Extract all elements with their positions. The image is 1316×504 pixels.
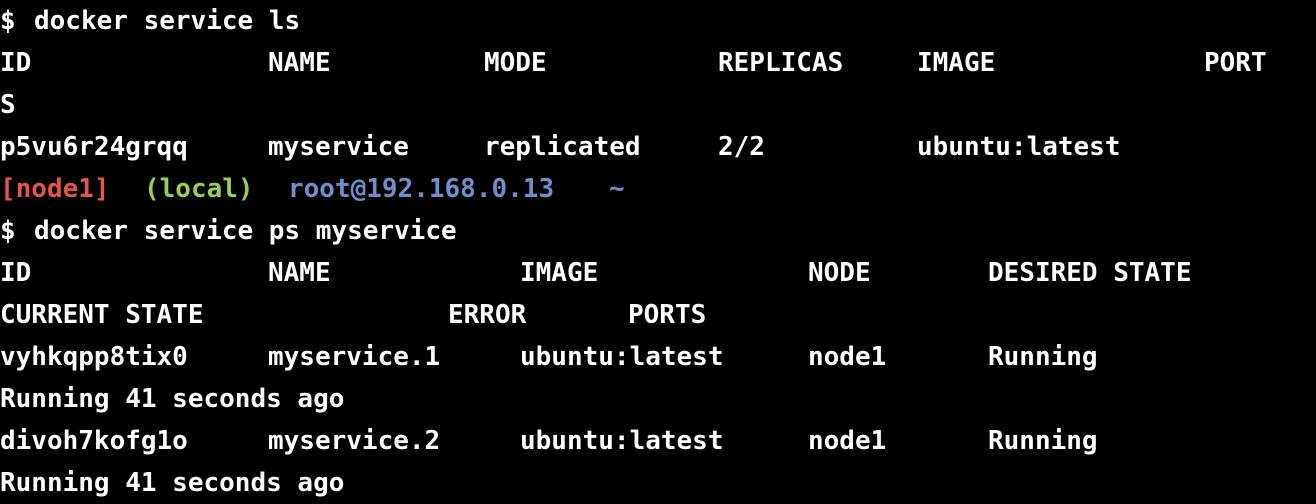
header-id: ID xyxy=(0,48,32,78)
service-ls-header: ID NAME MODE REPLICAS IMAGE PORT xyxy=(0,42,1316,84)
task-name: myservice.1 xyxy=(268,342,441,372)
task-desired-state: Running xyxy=(988,342,1098,372)
header-name: NAME xyxy=(268,48,331,78)
service-ps-header: ID NAME IMAGE NODE DESIRED STATE xyxy=(0,252,1316,294)
header-mode: MODE xyxy=(484,48,547,78)
shell-prompt: [node1] (local) root@192.168.0.13 ~ xyxy=(0,168,1316,210)
prompt-node: [node1] xyxy=(0,174,110,204)
command-text: docker service ps myservice xyxy=(34,216,457,246)
table-row: p5vu6r24grqq myservice replicated 2/2 ub… xyxy=(0,126,1316,168)
service-ls-header-wrap: S xyxy=(0,84,1316,126)
table-row: vyhkqpp8tix0 myservice.1 ubuntu:latest n… xyxy=(0,336,1316,378)
task-node: node1 xyxy=(808,342,887,372)
header-ports-wrap: S xyxy=(0,90,16,120)
header-replicas: REPLICAS xyxy=(718,48,844,78)
terminal-window[interactable]: $ docker service ls ID NAME MODE REPLICA… xyxy=(0,0,1316,504)
header-error: ERROR xyxy=(448,300,527,330)
service-ps-header-wrap: CURRENT STATE ERROR PORTS xyxy=(0,294,1316,336)
task-image: ubuntu:latest xyxy=(520,342,724,372)
task-current-state: Running 41 seconds ago xyxy=(0,468,345,498)
prompt-cwd: ~ xyxy=(609,174,625,204)
table-row: divoh7kofg1o myservice.2 ubuntu:latest n… xyxy=(0,420,1316,462)
prompt-symbol: $ xyxy=(0,6,16,36)
task-id: divoh7kofg1o xyxy=(0,426,188,456)
service-name: myservice xyxy=(268,132,409,162)
table-row-wrap: Running 41 seconds ago xyxy=(0,462,1316,504)
header-image: IMAGE xyxy=(917,48,996,78)
task-image: ubuntu:latest xyxy=(520,426,724,456)
task-current-state: Running 41 seconds ago xyxy=(0,384,345,414)
service-id: p5vu6r24grqq xyxy=(0,132,188,162)
header-image: IMAGE xyxy=(520,258,599,288)
task-desired-state: Running xyxy=(988,426,1098,456)
command-line-2: $ docker service ps myservice xyxy=(0,210,1316,252)
header-node: NODE xyxy=(808,258,871,288)
header-id: ID xyxy=(0,258,32,288)
prompt-location: (local) xyxy=(144,174,254,204)
header-desired-state: DESIRED STATE xyxy=(988,258,1192,288)
table-row-wrap: Running 41 seconds ago xyxy=(0,378,1316,420)
service-replicas: 2/2 xyxy=(718,132,765,162)
task-id: vyhkqpp8tix0 xyxy=(0,342,188,372)
task-node: node1 xyxy=(808,426,887,456)
header-name: NAME xyxy=(268,258,331,288)
header-ports: PORT xyxy=(1204,48,1267,78)
command-text: docker service ls xyxy=(34,6,301,36)
header-current-state: CURRENT STATE xyxy=(0,300,204,330)
service-image: ubuntu:latest xyxy=(917,132,1121,162)
service-mode: replicated xyxy=(484,132,641,162)
prompt-user-host: root@192.168.0.13 xyxy=(288,174,555,204)
task-name: myservice.2 xyxy=(268,426,441,456)
header-ports: PORTS xyxy=(628,300,707,330)
command-line-1: $ docker service ls xyxy=(0,0,1316,42)
prompt-symbol: $ xyxy=(0,216,16,246)
